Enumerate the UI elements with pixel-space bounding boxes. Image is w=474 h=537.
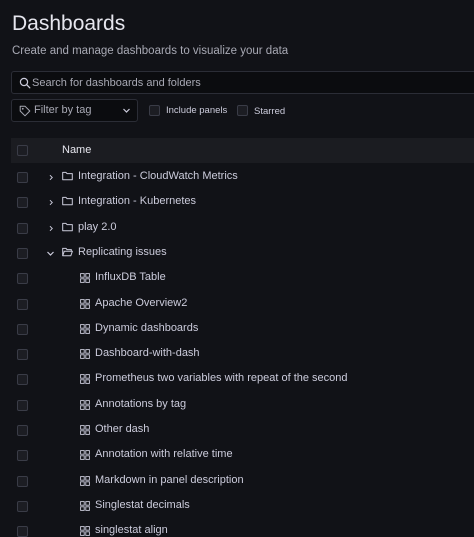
dashboard-row[interactable]: InfluxDB Table (0, 266, 474, 291)
dashboard-grid-icon (80, 324, 90, 334)
page-subtitle: Create and manage dashboards to visualiz… (12, 45, 289, 57)
row-checkbox[interactable] (17, 501, 28, 512)
row-checkbox[interactable] (17, 172, 28, 183)
dashboard-row[interactable]: Annotation with relative time (0, 443, 474, 468)
dashboards-page: Dashboards Create and manage dashboards … (0, 0, 474, 537)
row-checkbox[interactable] (17, 374, 28, 385)
row-checkbox[interactable] (17, 248, 28, 259)
table-header: Name (11, 138, 474, 163)
folder-name[interactable]: play 2.0 (78, 221, 117, 233)
row-checkbox[interactable] (17, 476, 28, 487)
row-checkbox[interactable] (17, 273, 28, 284)
folder-icon (62, 222, 73, 232)
folder-open-icon (62, 247, 73, 257)
dashboard-row[interactable]: Markdown in panel description (0, 469, 474, 494)
chevron-down-icon (123, 108, 130, 113)
select-all-checkbox[interactable] (17, 145, 28, 156)
dashboard-link[interactable]: Apache Overview2 (95, 297, 187, 309)
dashboard-grid-icon (80, 425, 90, 435)
dashboard-row[interactable]: Apache Overview2 (0, 292, 474, 317)
include-panels-checkbox[interactable] (149, 105, 160, 116)
page-title: Dashboards (12, 12, 126, 35)
dashboard-link[interactable]: Markdown in panel description (95, 474, 244, 486)
folder-row[interactable]: play 2.0 (0, 216, 474, 241)
dashboard-grid-icon (80, 273, 90, 283)
include-panels-label: Include panels (166, 105, 228, 116)
folder-icon (62, 171, 73, 181)
dashboard-link[interactable]: Annotations by tag (95, 398, 186, 410)
row-checkbox[interactable] (17, 526, 28, 537)
dashboard-row[interactable]: singlestat align (0, 519, 474, 537)
starred-checkbox[interactable] (237, 105, 248, 116)
chevron-down-icon[interactable] (46, 249, 55, 258)
tag-filter-placeholder: Filter by tag (34, 104, 92, 116)
dashboard-link[interactable]: Singlestat decimals (95, 499, 190, 511)
dashboard-grid-icon (80, 501, 90, 511)
dashboard-row[interactable]: Other dash (0, 418, 474, 443)
folder-row[interactable]: Integration - Kubernetes (0, 190, 474, 215)
row-checkbox[interactable] (17, 324, 28, 335)
dashboard-grid-icon (80, 374, 90, 384)
dashboard-grid-icon (80, 349, 90, 359)
dashboard-link[interactable]: Dashboard-with-dash (95, 347, 200, 359)
search-input[interactable] (32, 73, 472, 92)
dashboard-grid-icon (80, 476, 90, 486)
row-checkbox[interactable] (17, 197, 28, 208)
dashboard-row[interactable]: Dashboard-with-dash (0, 342, 474, 367)
tag-filter-select[interactable]: Filter by tag (11, 99, 138, 122)
tag-icon (19, 105, 31, 117)
dashboard-link[interactable]: Prometheus two variables with repeat of … (95, 372, 348, 384)
dashboard-link[interactable]: Dynamic dashboards (95, 322, 198, 334)
row-checkbox[interactable] (17, 425, 28, 436)
dashboard-row[interactable]: Singlestat decimals (0, 494, 474, 519)
dashboard-grid-icon (80, 450, 90, 460)
row-checkbox[interactable] (17, 400, 28, 411)
folder-row[interactable]: Replicating issues (0, 241, 474, 266)
dashboard-grid-icon (80, 299, 90, 309)
dashboard-link[interactable]: Other dash (95, 423, 149, 435)
column-header-name: Name (62, 144, 92, 156)
dashboard-link[interactable]: InfluxDB Table (95, 271, 166, 283)
row-checkbox[interactable] (17, 223, 28, 234)
chevron-right-icon[interactable] (48, 173, 55, 182)
dashboard-link[interactable]: singlestat align (95, 524, 168, 536)
folder-name[interactable]: Integration - Kubernetes (78, 195, 196, 207)
folder-name[interactable]: Integration - CloudWatch Metrics (78, 170, 238, 182)
search-icon (19, 77, 31, 89)
dashboard-grid-icon (80, 526, 90, 536)
starred-label: Starred (254, 106, 286, 117)
dashboard-row[interactable]: Annotations by tag (0, 393, 474, 418)
chevron-right-icon[interactable] (48, 198, 55, 207)
row-checkbox[interactable] (17, 349, 28, 360)
dashboard-row[interactable]: Dynamic dashboards (0, 317, 474, 342)
row-checkbox[interactable] (17, 299, 28, 310)
folder-name[interactable]: Replicating issues (78, 246, 167, 258)
dashboard-grid-icon (80, 400, 90, 410)
folder-row[interactable]: Integration - CloudWatch Metrics (0, 165, 474, 190)
folder-icon (62, 196, 73, 206)
search-box[interactable] (11, 71, 474, 94)
row-checkbox[interactable] (17, 450, 28, 461)
dashboard-link[interactable]: Annotation with relative time (95, 448, 233, 460)
chevron-right-icon[interactable] (48, 224, 55, 233)
dashboard-row[interactable]: Prometheus two variables with repeat of … (0, 367, 474, 392)
